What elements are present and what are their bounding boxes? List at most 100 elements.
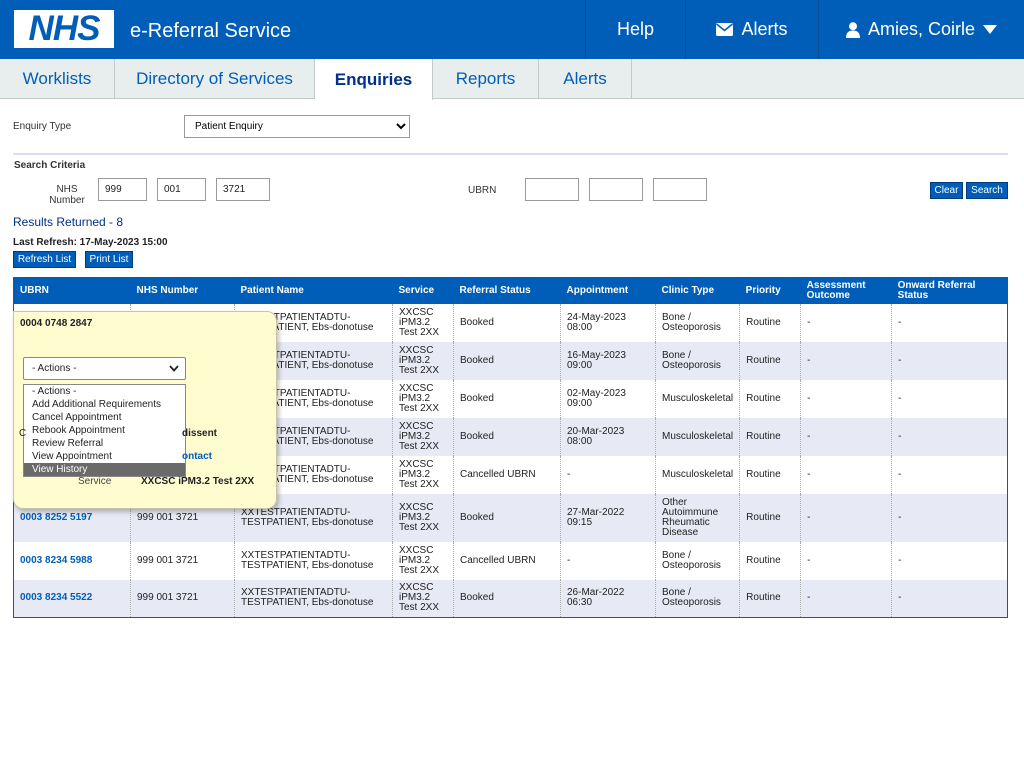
- tab-alerts[interactable]: Alerts: [539, 59, 632, 99]
- nhs-logo: NHS: [14, 10, 114, 48]
- action-option[interactable]: View Appointment: [24, 450, 185, 463]
- cell-priority: Routine: [739, 493, 801, 542]
- col-clinic-type[interactable]: Clinic Type: [655, 277, 740, 304]
- col-onward-referral-status[interactable]: Onward Referral Status: [891, 277, 1008, 304]
- cell-referral-status: Booked: [453, 493, 561, 542]
- cell-onward-referral-status: -: [891, 579, 1008, 618]
- action-option[interactable]: Add Additional Requirements: [24, 398, 185, 411]
- cell-referral-status: Booked: [453, 417, 561, 456]
- cell-priority: Routine: [739, 379, 801, 418]
- ubrn-part2-input[interactable]: [589, 178, 643, 201]
- cell-referral-status: Booked: [453, 341, 561, 380]
- cell-service: XXCSC iPM3.2 Test 2XX: [392, 541, 454, 580]
- alerts-label: Alerts: [741, 19, 788, 39]
- col-ubrn[interactable]: UBRN: [13, 277, 131, 304]
- cell-clinic-type: Musculoskeletal: [654, 379, 740, 418]
- cell-priority: Routine: [739, 579, 801, 618]
- cell-priority: Routine: [739, 341, 801, 380]
- cell-clinic-type: Musculoskeletal: [654, 455, 740, 494]
- print-list-button[interactable]: Print List: [85, 251, 133, 268]
- cell-onward-referral-status: -: [891, 493, 1008, 542]
- cell-service: XXCSC iPM3.2 Test 2XX: [392, 417, 454, 456]
- cell-assessment-outcome: -: [800, 541, 892, 580]
- user-menu[interactable]: Amies, Coirle: [818, 0, 1024, 59]
- cell-priority: Routine: [739, 455, 801, 494]
- cell-appointment: 24-May-2023 08:00: [560, 303, 656, 342]
- nhs-number-part2-input[interactable]: 001: [157, 178, 206, 201]
- action-option[interactable]: Review Referral: [24, 437, 185, 450]
- last-refresh: Last Refresh: 17-May-2023 15:00: [13, 237, 168, 248]
- cell-ubrn: 0003 8234 5522: [13, 579, 131, 618]
- clear-button[interactable]: Clear: [930, 182, 963, 199]
- cell-service: XXCSC iPM3.2 Test 2XX: [392, 379, 454, 418]
- user-name: Amies, Coirle: [867, 19, 976, 39]
- actions-popup: 0004 0748 2847 - Actions - - Actions - Ad…: [13, 311, 277, 509]
- enquiry-type-select[interactable]: Patient Enquiry: [184, 115, 410, 138]
- tab-directory-of-services[interactable]: Directory of Services: [115, 59, 315, 99]
- ubrn-link[interactable]: 0003 8252 5197: [20, 512, 92, 523]
- cell-clinic-type: Musculoskeletal: [654, 417, 740, 456]
- nhs-label-line2: Number: [49, 195, 85, 206]
- ubrn-link[interactable]: 0003 8234 5522: [20, 592, 92, 603]
- help-label: Help: [616, 19, 655, 39]
- action-option[interactable]: - Actions -: [24, 385, 185, 398]
- user-icon: [845, 21, 860, 38]
- ubrn-part1-input[interactable]: [525, 178, 579, 201]
- cell-assessment-outcome: -: [800, 493, 892, 542]
- alerts-link[interactable]: Alerts: [685, 0, 818, 59]
- action-option[interactable]: View History: [24, 463, 185, 476]
- cell-onward-referral-status: -: [891, 379, 1008, 418]
- col-nhs-number[interactable]: NHS Number: [130, 277, 235, 304]
- tab-reports[interactable]: Reports: [433, 59, 539, 99]
- col-referral-status[interactable]: Referral Status: [453, 277, 561, 304]
- cell-assessment-outcome: -: [800, 303, 892, 342]
- help-link[interactable]: Help: [585, 0, 685, 59]
- main-tabs: Worklists Directory of Services Enquirie…: [0, 59, 1024, 100]
- nhs-number-part3-input[interactable]: 3721: [216, 178, 270, 201]
- col-service[interactable]: Service: [392, 277, 454, 304]
- cell-referral-status: Booked: [453, 379, 561, 418]
- tab-worklists[interactable]: Worklists: [0, 59, 115, 99]
- popup-service-label: Service: [78, 476, 112, 487]
- col-appointment[interactable]: Appointment: [560, 277, 656, 304]
- col-assessment-outcome[interactable]: Assessment Outcome: [800, 277, 892, 304]
- ubrn-label: UBRN: [468, 185, 497, 196]
- cell-appointment: 02-May-2023 09:00: [560, 379, 656, 418]
- results-count: Results Returned - 8: [13, 215, 124, 229]
- popup-partial-label: C: [19, 428, 27, 439]
- cell-clinic-type: Other Autoimmune Rheumatic Disease: [654, 493, 740, 542]
- cell-onward-referral-status: -: [891, 541, 1008, 580]
- cell-appointment: 20-Mar-2023 08:00: [560, 417, 656, 456]
- ubrn-link[interactable]: 0003 8234 5988: [20, 555, 92, 566]
- action-option[interactable]: Cancel Appointment: [24, 411, 185, 424]
- divider: [13, 153, 1008, 155]
- envelope-icon: [716, 23, 734, 36]
- popup-service-value: XXCSC iPM3.2 Test 2XX: [141, 476, 255, 487]
- nhs-number-part1-input[interactable]: 999: [98, 178, 147, 201]
- cell-service: XXCSC iPM3.2 Test 2XX: [392, 493, 454, 542]
- actions-select[interactable]: - Actions -: [23, 357, 186, 380]
- table-row[interactable]: 0003 8234 5522 999 001 3721 XXTESTPATIENTA…: [13, 579, 1008, 618]
- ubrn-part3-input[interactable]: [653, 178, 707, 201]
- cell-assessment-outcome: -: [800, 417, 892, 456]
- cell-clinic-type: Bone / Osteoporosis: [654, 541, 740, 580]
- nhs-label-line1: NHS: [56, 184, 78, 195]
- table-header-row: UBRN NHS Number Patient Name Service Ref…: [13, 277, 1008, 304]
- table-row[interactable]: 0003 8234 5988 999 001 3721 XXTESTPATIENTA…: [14, 541, 1008, 580]
- search-button[interactable]: Search: [966, 182, 1008, 199]
- cell-appointment: -: [560, 455, 656, 494]
- col-priority[interactable]: Priority: [739, 277, 801, 304]
- cell-referral-status: Cancelled UBRN: [453, 541, 561, 580]
- cell-referral-status: Booked: [453, 303, 561, 342]
- cell-referral-status: Booked: [453, 579, 561, 618]
- col-patient-name[interactable]: Patient Name: [234, 277, 393, 304]
- enquiry-type-label: Enquiry Type: [13, 121, 72, 132]
- actions-select-value: - Actions -: [32, 363, 77, 374]
- cell-referral-status: Cancelled UBRN: [453, 455, 561, 494]
- tab-enquiries[interactable]: Enquiries: [315, 59, 433, 100]
- popup-contact-link[interactable]: ontact: [182, 451, 212, 462]
- refresh-list-button[interactable]: Refresh List: [13, 251, 76, 268]
- cell-patient-name: XXTESTPATIENTADTU-TESTPATIENT, Ebs-donot…: [234, 579, 393, 618]
- cell-service: XXCSC iPM3.2 Test 2XX: [392, 303, 454, 342]
- action-option[interactable]: Rebook Appointment: [24, 424, 185, 437]
